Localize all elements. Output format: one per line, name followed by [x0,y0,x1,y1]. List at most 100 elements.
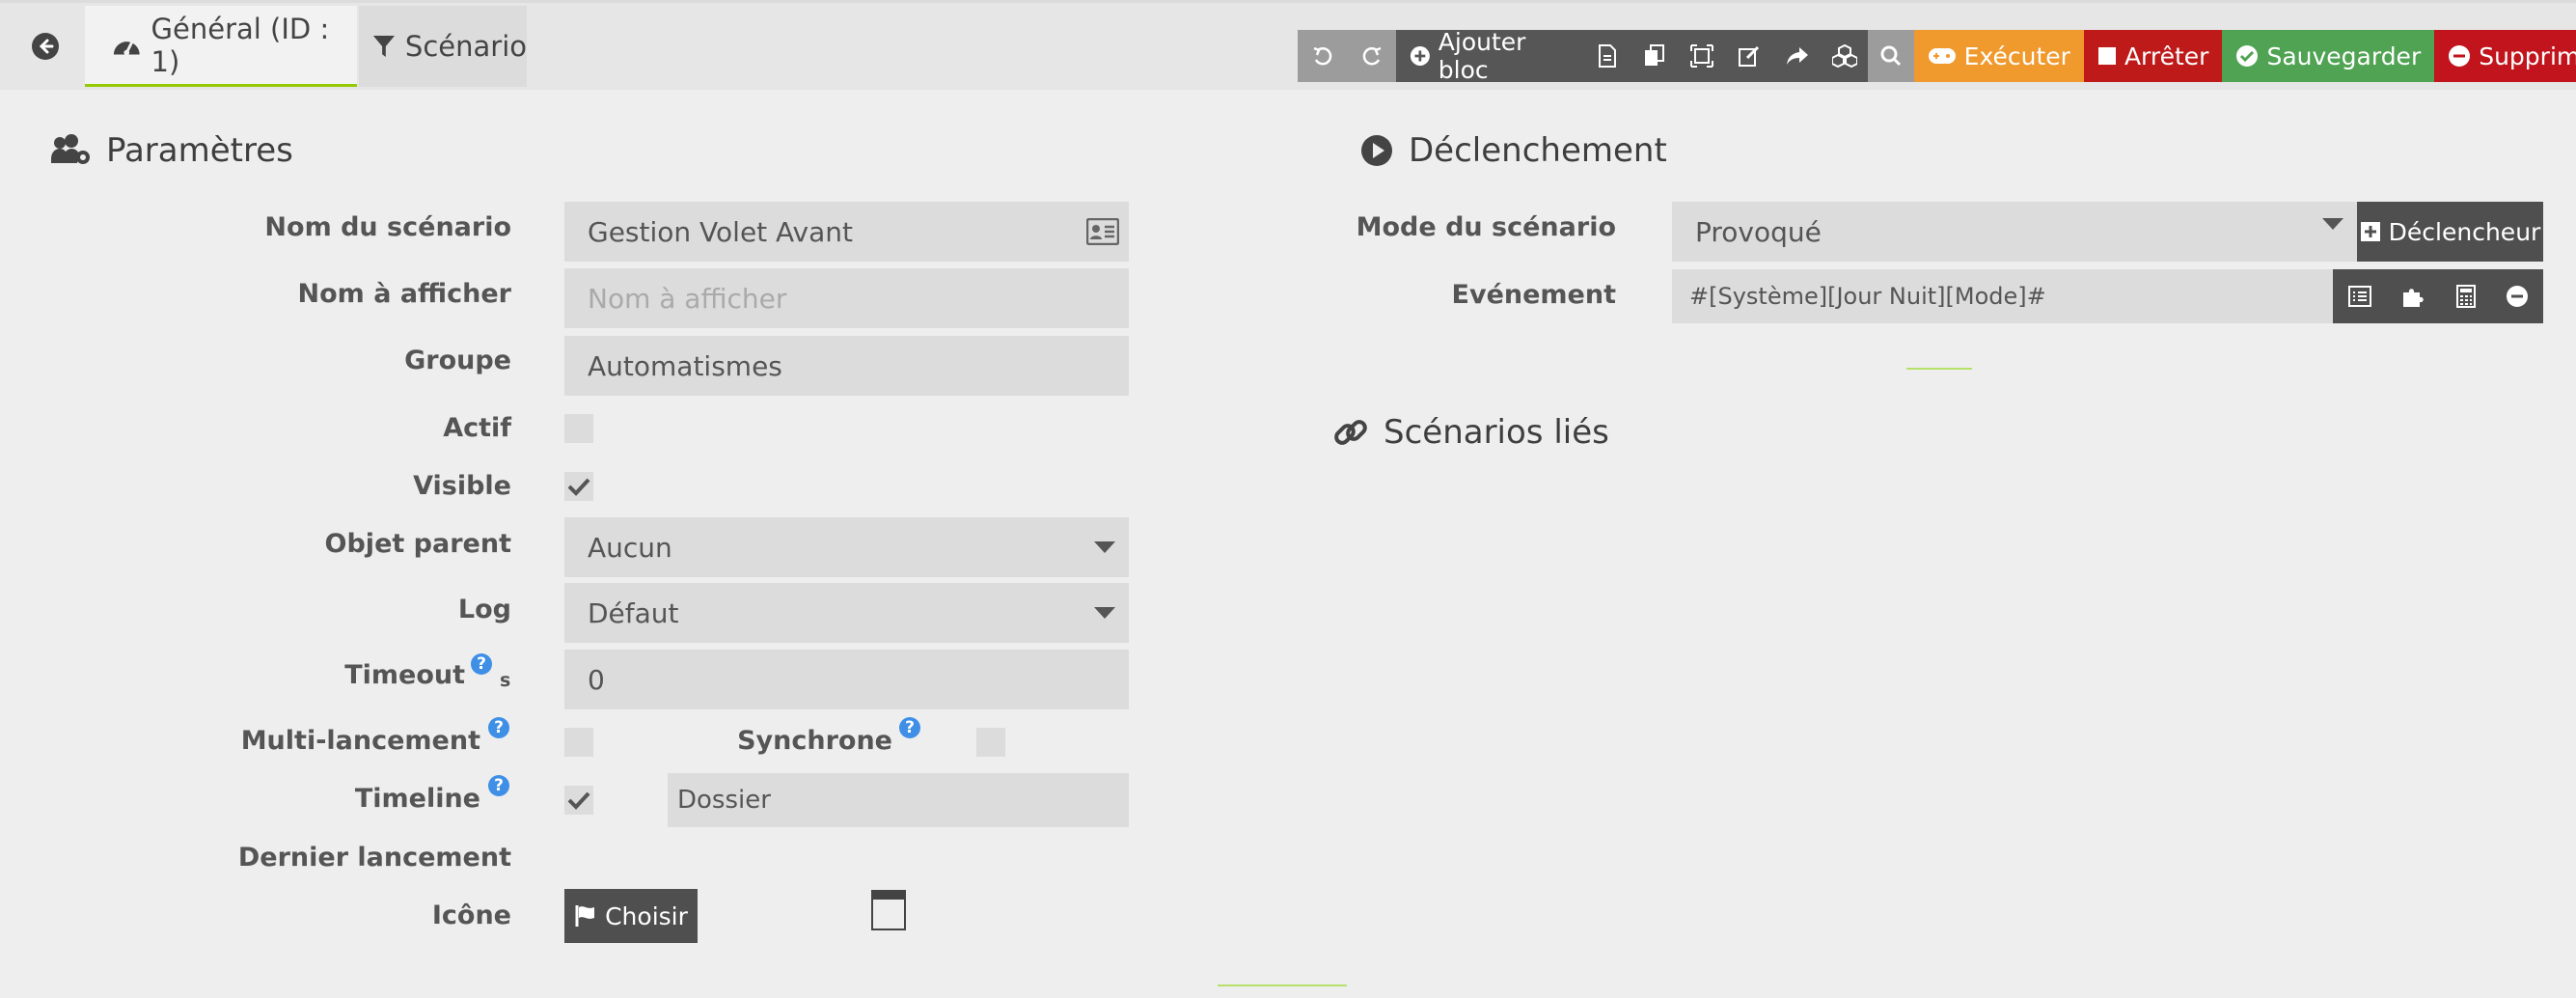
gamepad-icon [1928,48,1956,64]
arrow-circle-left-icon [32,33,59,60]
expand-icon [1690,44,1714,68]
timeline-help-icon[interactable]: ? [488,775,509,796]
group-input[interactable]: Automatismes [564,336,1129,396]
event-label: Evénement [1451,280,1616,310]
flag-icon [575,905,595,927]
divider [1218,984,1347,986]
file-icon [1598,44,1616,68]
event-value: #[Système][Jour Nuit][Mode]# [1689,283,2046,310]
tab-scenario-label: Scénario [404,30,527,63]
select-command-button[interactable] [2347,286,2371,307]
timeline-checkbox[interactable] [564,786,593,815]
fullscreen-button[interactable] [1678,30,1726,82]
log-label: Log [457,595,511,624]
multi-launch-label: Multi-lancement [240,726,480,756]
scenario-mode-select[interactable]: Provoqué [1672,202,2357,262]
toolbar: Ajouter bloc Exécuter Arrêter Sauvegarde… [1298,28,2576,84]
edit-icon [1739,45,1760,67]
synchronous-checkbox[interactable] [976,728,1005,757]
log-button[interactable] [1583,30,1631,82]
plus-square-icon [2360,222,2380,241]
tab-scenario[interactable]: Scénario [359,6,527,87]
execute-button[interactable]: Exécuter [1913,30,2084,82]
timeout-value: 0 [588,663,605,696]
stop-icon [2097,47,2116,65]
active-checkbox[interactable] [564,414,593,443]
visible-checkbox[interactable] [564,472,593,501]
params-title-text: Paramètres [106,131,293,170]
timeout-unit: s [500,670,511,691]
copy-icon [1644,44,1664,66]
redo-icon [1362,46,1381,66]
save-label: Sauvegarder [2266,42,2422,70]
template-button[interactable] [1821,30,1869,82]
timeout-label: Timeout [344,660,465,690]
add-trigger-label: Déclencheur [2388,217,2541,246]
timeout-input[interactable]: 0 [564,650,1129,709]
minus-circle-icon [2506,286,2528,307]
remove-event-button[interactable] [2506,285,2529,308]
scenario-name-input[interactable]: Gestion Volet Avant [564,202,1129,262]
linked-scenarios-title-text: Scénarios liés [1384,413,1609,452]
dashboard-icon [113,40,140,55]
search-button[interactable] [1868,30,1914,82]
checkmark-icon [567,791,590,810]
linked-scenarios-title: Scénarios liés [1333,413,1609,452]
save-button[interactable]: Sauvegarder [2222,30,2435,82]
add-block-label: Ajouter bloc [1438,28,1526,84]
add-block-button[interactable]: Ajouter bloc [1396,28,1584,84]
display-name-input[interactable]: Nom à afficher [564,268,1129,328]
tab-general[interactable]: Général (ID : 1) [85,6,357,87]
tab-general-label: Général (ID : 1) [151,12,330,78]
timeline-folder-input[interactable]: Dossier [668,773,1129,827]
display-name-placeholder: Nom à afficher [588,282,787,315]
undo-icon [1313,46,1331,66]
id-card-icon [1086,218,1119,245]
scenario-mode-label: Mode du scénario [1356,212,1616,242]
log-select[interactable]: Défaut [564,583,1129,643]
edit-button[interactable] [1725,30,1773,82]
redo-button[interactable] [1347,30,1396,82]
list-icon [2347,286,2371,307]
copy-button[interactable] [1631,30,1679,82]
filter-icon [372,35,396,58]
delete-label: Supprimer [2479,42,2576,70]
synchronous-help-icon[interactable]: ? [899,717,920,738]
icon-label: Icône [431,901,511,930]
delete-button[interactable]: Supprimer [2434,30,2576,82]
scenario-name-label: Nom du scénario [264,212,511,242]
share-icon [1786,47,1808,65]
shutter-icon [871,890,906,930]
multi-launch-checkbox[interactable] [564,728,593,757]
stop-button[interactable]: Arrêter [2083,30,2223,82]
undo-button[interactable] [1298,30,1347,82]
timeout-help-icon[interactable]: ? [471,653,492,675]
group-value: Automatismes [588,349,782,382]
back-button[interactable] [8,6,83,87]
parent-object-select[interactable]: Aucun [564,517,1129,577]
multi-launch-help-icon[interactable]: ? [488,717,509,738]
select-plugin-button[interactable] [2401,285,2426,308]
calculator-button[interactable] [2455,285,2476,308]
calculator-icon [2455,285,2476,308]
display-name-label: Nom à afficher [297,279,511,309]
users-cog-icon [51,134,90,164]
share-button[interactable] [1772,30,1822,82]
minus-circle-icon [2449,45,2471,67]
last-run-label: Dernier lancement [237,843,511,873]
puzzle-icon [2402,289,2424,307]
stop-label: Arrêter [2124,42,2209,70]
chevron-down-icon [1094,541,1115,553]
params-title: Paramètres [50,131,293,170]
event-input[interactable]: #[Système][Jour Nuit][Mode]# [1672,269,2333,323]
timeline-folder-value: Dossier [677,786,771,815]
chevron-down-icon [1094,607,1115,619]
add-trigger-button[interactable]: Déclencheur [2357,202,2543,262]
group-label: Groupe [404,346,511,375]
link-icon [1334,420,1367,445]
scenario-name-value: Gestion Volet Avant [588,215,854,248]
synchronous-label: Synchrone [737,726,892,756]
chevron-down-icon [2322,218,2343,230]
choose-icon-button[interactable]: Choisir [564,889,698,943]
parent-object-value: Aucun [588,531,672,564]
